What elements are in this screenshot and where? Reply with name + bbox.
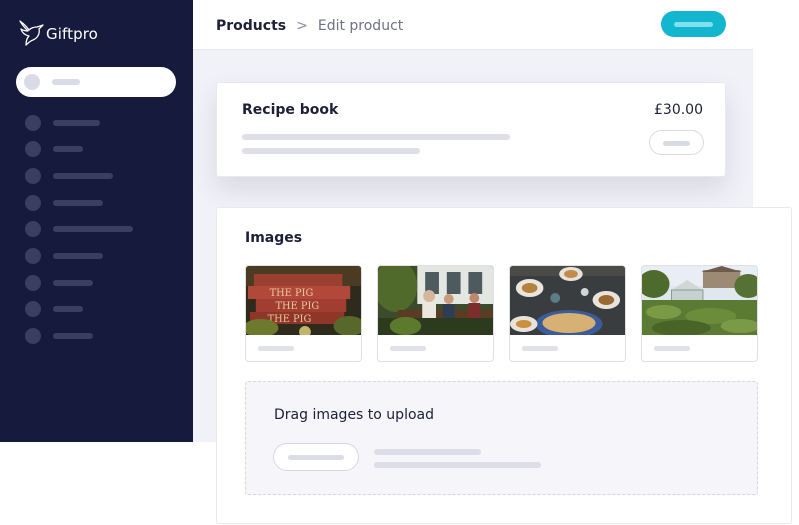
image-thumbnail[interactable] (641, 265, 758, 362)
breadcrumb-current: Edit product (317, 18, 404, 34)
description-placeholder-line (242, 134, 510, 140)
image-caption-placeholder (654, 346, 690, 351)
svg-text:THE PIG: THE PIG (275, 301, 319, 312)
nav-label-placeholder (53, 253, 103, 259)
nav-icon (25, 248, 41, 264)
sidebar-item[interactable] (25, 328, 165, 344)
breadcrumb-products-link[interactable]: Products (216, 18, 286, 34)
images-section-title: Images (245, 230, 303, 246)
nav-icon (25, 195, 41, 211)
image-thumbnail[interactable] (509, 265, 626, 362)
images-card: Images THE PIG THE PIG THE PIG Drag imag… (216, 207, 792, 524)
image-dropzone[interactable]: Drag images to upload (245, 381, 758, 495)
sidebar-item[interactable] (25, 248, 165, 264)
breadcrumb: Products > Edit product (216, 18, 403, 34)
hummingbird-logo-icon (19, 20, 44, 46)
sidebar-item[interactable] (25, 301, 165, 317)
nav-icon (25, 168, 41, 184)
garden-greenhouse-photo (642, 266, 757, 335)
button-label-placeholder (674, 22, 713, 27)
sidebar-item[interactable] (25, 115, 165, 131)
nav-icon (25, 301, 41, 317)
table-food-photo (510, 266, 625, 335)
browse-files-button[interactable] (273, 443, 359, 471)
primary-action-button[interactable] (661, 11, 726, 37)
sidebar-search[interactable] (16, 67, 176, 97)
nav-label-placeholder (53, 120, 100, 126)
nav-label-placeholder (53, 146, 83, 152)
books-the-pig-photo: THE PIG THE PIG THE PIG (246, 266, 361, 335)
description-placeholder-line (242, 148, 420, 154)
sidebar-item[interactable] (25, 195, 165, 211)
search-placeholder-bar (52, 79, 80, 85)
sidebar-item[interactable] (25, 221, 165, 237)
nav-label-placeholder (53, 333, 93, 339)
image-thumbnail[interactable]: THE PIG THE PIG THE PIG (245, 265, 362, 362)
dropzone-title: Drag images to upload (274, 407, 434, 423)
product-price: £30.00 (654, 102, 703, 118)
nav-label-placeholder (53, 306, 83, 312)
nav-icon (25, 275, 41, 291)
product-option-button[interactable] (649, 130, 704, 155)
image-thumbnail[interactable] (377, 265, 494, 362)
product-card: Recipe book £30.00 (216, 82, 726, 177)
image-caption-placeholder (522, 346, 558, 351)
nav-icon (25, 328, 41, 344)
image-caption-placeholder (258, 346, 294, 351)
app-logo[interactable]: Giftpro (18, 18, 98, 46)
nav-label-placeholder (53, 200, 103, 206)
nav-label-placeholder (53, 280, 93, 286)
nav-label-placeholder (53, 173, 113, 179)
nav-icon (25, 115, 41, 131)
sidebar-item[interactable] (25, 275, 165, 291)
product-name: Recipe book (242, 102, 339, 118)
svg-text:THE PIG: THE PIG (270, 288, 314, 299)
dropzone-help-placeholder (374, 462, 541, 468)
image-caption-placeholder (390, 346, 426, 351)
nav-label-placeholder (53, 226, 133, 232)
sidebar-item[interactable] (25, 141, 165, 157)
button-label-placeholder (663, 141, 690, 146)
button-label-placeholder (288, 455, 344, 460)
sidebar-item[interactable] (25, 168, 165, 184)
dropzone-help-placeholder (374, 449, 481, 455)
app-name: Giftpro (46, 25, 98, 43)
outdoor-dining-photo (378, 266, 493, 335)
search-icon-placeholder (24, 74, 40, 90)
sidebar: Giftpro (0, 0, 193, 442)
nav-icon (25, 221, 41, 237)
nav-icon (25, 141, 41, 157)
breadcrumb-separator: > (296, 18, 308, 34)
